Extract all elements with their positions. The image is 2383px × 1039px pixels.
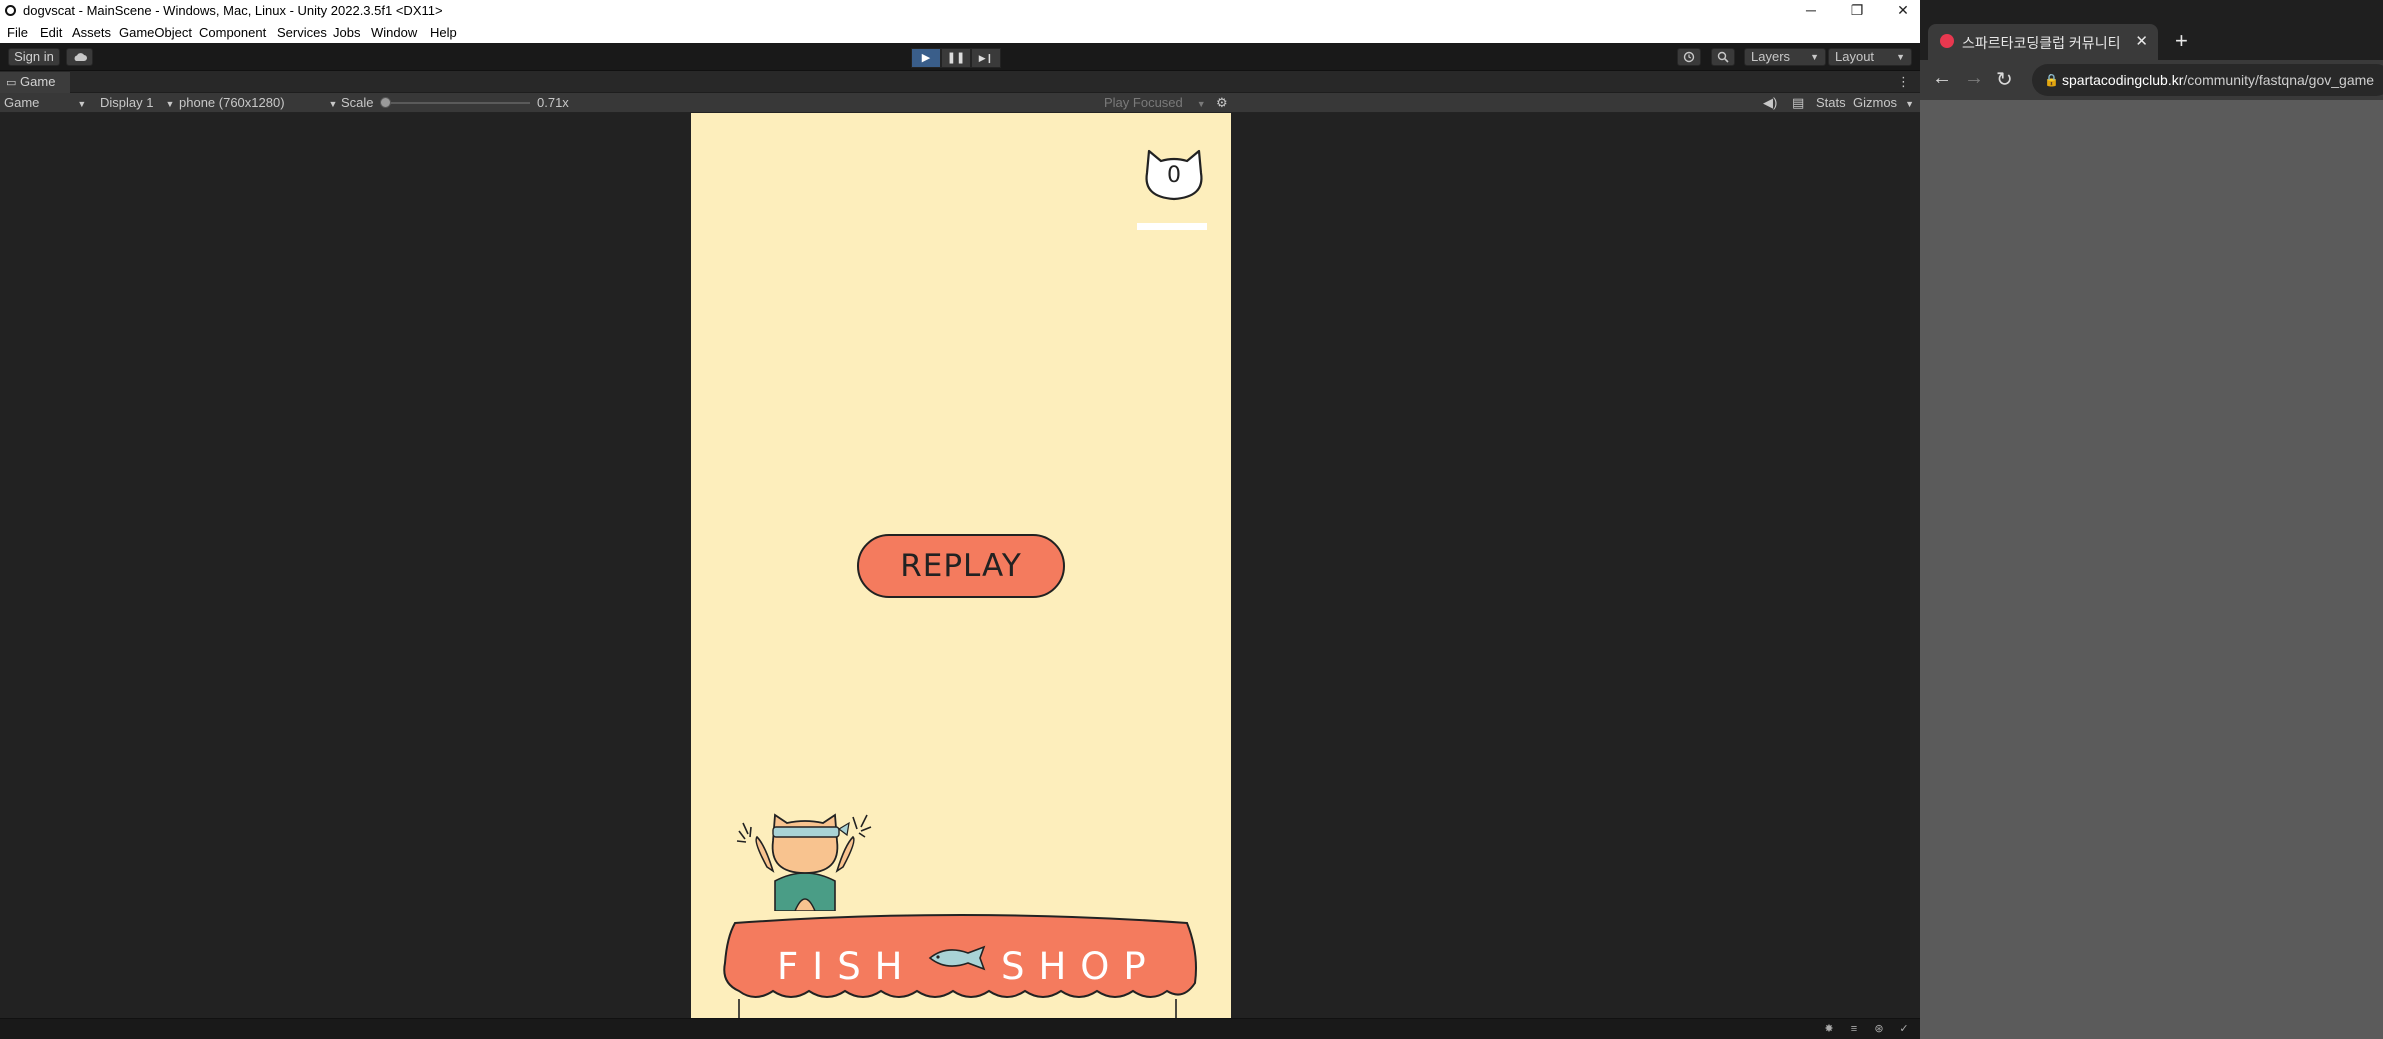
tab-close-icon[interactable]: ✕ — [2135, 32, 2148, 50]
menu-component[interactable]: Component — [199, 25, 266, 40]
back-arrow-icon[interactable]: ← — [1932, 67, 1952, 90]
status-bar: ✸ ≡ ⊛ ✓ — [0, 1018, 1920, 1039]
browser-tab-strip: 스파르타코딩클럽 커뮤니티 | 스 ✕ + — [1920, 0, 2383, 64]
play-focused-dropdown[interactable]: Play Focused ▼ — [1104, 95, 1206, 110]
cloud-icon — [74, 53, 87, 61]
cloud-button[interactable] — [66, 48, 93, 66]
lock-icon: 🔒 — [2044, 73, 2059, 87]
debug-icon[interactable]: ✸ — [1822, 1023, 1836, 1036]
gizmos-label: Gizmos — [1853, 95, 1898, 110]
history-button[interactable] — [1677, 48, 1701, 66]
window-title: dogvscat - MainScene - Windows, Mac, Lin… — [23, 3, 443, 18]
scale-slider-handle[interactable] — [380, 97, 391, 108]
check-circle-icon[interactable]: ✓ — [1897, 1023, 1911, 1036]
stats-button[interactable]: Stats — [1816, 95, 1846, 110]
menu-help[interactable]: Help — [430, 25, 457, 40]
score-badge: 0 — [1141, 147, 1207, 203]
forward-arrow-icon[interactable]: → — [1964, 67, 1984, 90]
menu-jobs[interactable]: Jobs — [333, 25, 360, 40]
url-path: /community/fastqna/gov_game — [2183, 72, 2375, 88]
menu-assets[interactable]: Assets — [72, 25, 111, 40]
search-button[interactable] — [1711, 48, 1735, 66]
search-icon — [1717, 51, 1729, 63]
angry-cat-character — [736, 813, 872, 911]
unity-logo-icon — [5, 5, 16, 16]
network-icon[interactable]: ⊛ — [1872, 1023, 1886, 1036]
play-button[interactable]: ▶ — [911, 48, 941, 68]
chevron-down-icon: ▼ — [328, 99, 338, 109]
chevron-down-icon: ▼ — [1196, 99, 1206, 109]
sign-in-button[interactable]: Sign in — [8, 48, 60, 66]
menu-file[interactable]: File — [7, 25, 28, 40]
minimize-button[interactable]: ─ — [1788, 0, 1834, 21]
browser-nav-bar: ← → ↻ 🔒 spartacodingclub.kr/community/fa… — [1920, 60, 2383, 100]
layout-dropdown[interactable]: Layout ▼ — [1828, 48, 1912, 66]
chevron-down-icon: ▼ — [77, 99, 87, 109]
game-view-toolbar: Game ▼ Display 1 ▼ phone (760x1280) ▼ Scale… — [0, 93, 1920, 113]
menu-gameobject[interactable]: GameObject — [119, 25, 192, 40]
pause-button[interactable]: ❚❚ — [941, 48, 971, 68]
tab-game-label: Game — [20, 74, 56, 89]
chevron-down-icon: ▼ — [1896, 52, 1905, 62]
menu-window[interactable]: Window — [371, 25, 417, 40]
restore-button[interactable]: ❐ — [1834, 0, 1880, 21]
replay-button[interactable]: REPLAY — [857, 534, 1065, 598]
layers-icon[interactable]: ≡ — [1847, 1023, 1861, 1036]
game-mode-label: Game — [4, 95, 40, 110]
keyboard-icon[interactable]: ▤ — [1792, 95, 1804, 111]
gamepad-icon: ▭ — [6, 77, 17, 89]
game-mode-dropdown[interactable]: Game ▼ — [4, 95, 86, 110]
shop-sign-shop: SHOP — [1001, 945, 1160, 988]
scale-slider-track[interactable] — [385, 102, 530, 104]
address-bar[interactable]: 🔒 spartacodingclub.kr/community/fastqna/… — [2032, 64, 2383, 96]
fish-shop-awning: FISH SHOP — [721, 913, 1231, 1018]
browser-tab-title: 스파르타코딩클럽 커뮤니티 | 스 — [1962, 35, 2122, 51]
favicon-icon — [1940, 34, 1954, 48]
score-progress-bar — [1137, 223, 1207, 230]
browser-window: 스파르타코딩클럽 커뮤니티 | 스 ✕ + ← → ↻ 🔒 spartacodi… — [1920, 0, 2383, 1039]
url-host: spartacodingclub.kr — [2062, 72, 2184, 88]
speaker-icon[interactable]: ◀) — [1763, 95, 1777, 111]
layers-label: Layers — [1751, 49, 1791, 64]
new-tab-button[interactable]: + — [2175, 28, 2188, 54]
display-label: Display 1 — [100, 95, 154, 110]
game-tab-bar: ▭ Game ⋮ — [0, 72, 1920, 93]
shop-sign-fish: FISH — [777, 945, 917, 988]
browser-tab[interactable]: 스파르타코딩클럽 커뮤니티 | 스 ✕ — [1928, 24, 2158, 60]
display-dropdown[interactable]: Display 1 ▼ — [100, 95, 174, 110]
tab-game[interactable]: ▭ Game — [0, 72, 70, 93]
unity-editor-window: dogvscat - MainScene - Windows, Mac, Lin… — [0, 0, 1920, 1039]
resolution-label: phone (760x1280) — [179, 95, 285, 110]
play-focused-label: Play Focused — [1104, 95, 1183, 110]
layout-label: Layout — [1835, 49, 1875, 64]
title-bar: dogvscat - MainScene - Windows, Mac, Lin… — [0, 0, 1920, 21]
scale-value: 0.71x — [537, 95, 569, 110]
resolution-dropdown[interactable]: phone (760x1280) ▼ — [179, 95, 337, 110]
scale-label: Scale — [341, 95, 374, 110]
step-button[interactable]: ▶❙ — [971, 48, 1001, 68]
settings-gear-icon[interactable]: ⚙ — [1216, 95, 1228, 111]
fish-icon — [928, 945, 986, 971]
menu-bar: File Edit Assets GameObject Component Se… — [0, 21, 1920, 43]
history-icon — [1683, 51, 1695, 63]
more-options-icon[interactable]: ⋮ — [1897, 74, 1910, 90]
game-view: 0 REPLAY FISH SHOP — [0, 113, 1920, 1018]
main-toolbar: Sign in ▶ ❚❚ ▶❙ Layers ▼ Layout ▼ — [0, 43, 1920, 71]
layers-dropdown[interactable]: Layers ▼ — [1744, 48, 1826, 66]
chevron-down-icon: ▼ — [165, 99, 175, 109]
game-canvas: 0 REPLAY FISH SHOP — [691, 113, 1231, 1018]
menu-edit[interactable]: Edit — [40, 25, 62, 40]
desktop: dogvscat - MainScene - Windows, Mac, Lin… — [0, 0, 2383, 1039]
score-value: 0 — [1167, 163, 1181, 188]
chevron-down-icon: ▼ — [1810, 52, 1819, 62]
gizmos-dropdown[interactable]: Gizmos ▼ — [1853, 95, 1914, 110]
reload-icon[interactable]: ↻ — [1996, 67, 2013, 92]
menu-services[interactable]: Services — [277, 25, 327, 40]
chevron-down-icon: ▼ — [1905, 99, 1914, 109]
